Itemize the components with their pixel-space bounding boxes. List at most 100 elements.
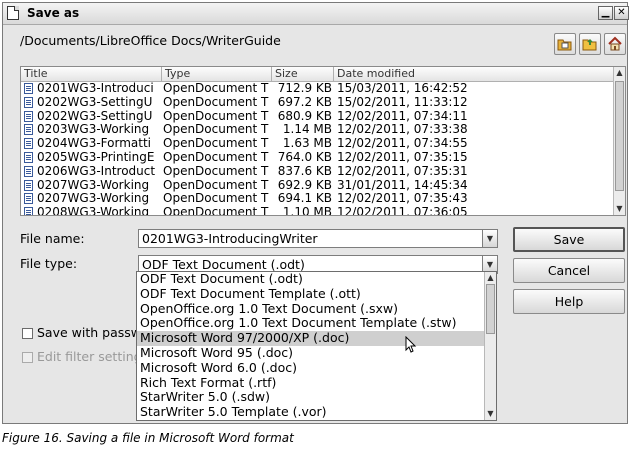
- document-file-icon: [24, 96, 33, 108]
- file-type: OpenDocument T: [163, 178, 269, 192]
- file-date: 12/02/2011, 07:36:05: [337, 206, 468, 216]
- scroll-up-icon[interactable]: ▲: [485, 272, 496, 284]
- cancel-button[interactable]: Cancel: [513, 258, 625, 283]
- file-date: 15/03/2011, 16:42:52: [337, 82, 468, 95]
- file-type: OpenDocument T: [163, 206, 269, 216]
- file-type: OpenDocument T: [163, 82, 269, 95]
- file-type-option[interactable]: ODF Text Document Template (.ott): [137, 286, 484, 302]
- file-row[interactable]: 0207WG3-Working OpenDocument T 692.9 KB 31/…: [21, 179, 613, 193]
- file-date: 31/01/2011, 14:45:34: [337, 178, 468, 192]
- new-folder-icon: [557, 39, 572, 51]
- column-header-bar: Title Type Size Date modified: [21, 67, 613, 82]
- file-rows: 0201WG3-Introduci OpenDocument T 712.9 KB 1…: [21, 82, 613, 216]
- dropdown-scrollbar[interactable]: ▲ ▼: [484, 272, 496, 420]
- title-bar[interactable]: Save as ▁ ✕: [3, 3, 629, 25]
- current-path: /Documents/LibreOffice Docs/WriterGuide: [20, 33, 281, 48]
- column-type[interactable]: Type: [162, 67, 272, 81]
- file-type-dropdown-list[interactable]: ODF Text Document (.odt) ODF Text Documen…: [136, 271, 497, 421]
- file-title: 0206WG3-Introduct: [37, 164, 156, 178]
- edit-filter-settings-checkbox[interactable]: [22, 352, 33, 363]
- file-title: 0202WG3-SettingU: [37, 95, 153, 109]
- file-name-input[interactable]: 0201WG3-IntroducingWriter ▼: [138, 229, 498, 248]
- file-date: 15/02/2011, 11:33:12: [337, 95, 468, 109]
- file-row[interactable]: 0202WG3-SettingU OpenDocument T 697.2 KB 15…: [21, 96, 613, 110]
- file-type-option[interactable]: OpenOffice.org 1.0 Text Document Templat…: [137, 316, 484, 331]
- scroll-down-icon[interactable]: ▼: [485, 408, 496, 420]
- document-file-icon: [24, 138, 33, 150]
- home-button[interactable]: [604, 33, 626, 55]
- file-type: OpenDocument T: [163, 95, 269, 109]
- column-title[interactable]: Title: [21, 67, 162, 81]
- dropdown-scrollbar-thumb[interactable]: [486, 284, 495, 334]
- file-size: 712.9 KB: [277, 82, 332, 95]
- document-icon: [7, 6, 19, 20]
- file-date: 12/02/2011, 07:35:31: [337, 164, 468, 178]
- file-title: 0205WG3-PrintingE: [37, 150, 155, 164]
- file-row[interactable]: 0204WG3-Formatti OpenDocument T 1.63 MB 12/…: [21, 137, 613, 151]
- file-type-option[interactable]: Microsoft Word 97/2000/XP (.doc): [137, 330, 484, 346]
- column-size[interactable]: Size: [272, 67, 334, 81]
- scrollbar-thumb[interactable]: [615, 81, 624, 191]
- home-icon: [608, 36, 622, 51]
- file-title: 0201WG3-Introduci: [37, 82, 154, 95]
- file-type-option[interactable]: StarWriter 5.0 (.sdw): [137, 390, 484, 405]
- column-date-modified[interactable]: Date modified: [334, 67, 613, 81]
- file-type: OpenDocument T: [163, 150, 269, 164]
- file-size: 680.9 KB: [277, 109, 332, 123]
- new-folder-button[interactable]: [554, 33, 576, 55]
- file-size: 1.10 MB: [282, 206, 332, 216]
- file-row[interactable]: 0208WG3-Working OpenDocument T 1.10 MB 12/0…: [21, 206, 613, 216]
- save-button[interactable]: Save: [513, 227, 625, 252]
- file-title: 0204WG3-Formatti: [37, 137, 151, 151]
- file-type-option[interactable]: StarWriter 5.0 Template (.vor): [137, 404, 484, 420]
- document-file-icon: [24, 179, 33, 191]
- file-type: OpenDocument T: [163, 192, 269, 206]
- help-button[interactable]: Help: [513, 289, 625, 314]
- file-row[interactable]: 0202WG3-SettingU OpenDocument T 680.9 KB 12…: [21, 110, 613, 124]
- file-date: 12/02/2011, 07:34:11: [337, 109, 468, 123]
- file-size: 837.6 KB: [277, 164, 332, 178]
- file-row[interactable]: 0205WG3-PrintingE OpenDocument T 764.0 KB 1…: [21, 151, 613, 165]
- mouse-pointer-icon: [405, 336, 417, 353]
- file-type-label: File type:: [20, 256, 78, 271]
- file-list-scrollbar[interactable]: ▲ ▼: [613, 67, 625, 215]
- file-date: 12/02/2011, 07:35:43: [337, 192, 468, 206]
- file-type-option[interactable]: Microsoft Word 6.0 (.doc): [137, 360, 484, 376]
- document-file-icon: [24, 124, 33, 136]
- chevron-down-icon[interactable]: ▼: [482, 229, 498, 248]
- file-row[interactable]: 0203WG3-Working OpenDocument T 1.14 MB 12/0…: [21, 123, 613, 137]
- save-with-password-label: Save with passwo: [37, 325, 149, 340]
- window-title: Save as: [27, 6, 80, 20]
- file-size: 692.9 KB: [277, 178, 332, 192]
- file-row[interactable]: 0201WG3-Introduci OpenDocument T 712.9 KB 1…: [21, 82, 613, 96]
- scroll-up-icon[interactable]: ▲: [614, 67, 625, 79]
- file-title: 0208WG3-Working: [37, 206, 150, 216]
- file-date: 12/02/2011, 07:33:38: [337, 123, 468, 137]
- file-list[interactable]: Title Type Size Date modified 0201WG3-In…: [20, 66, 626, 216]
- file-size: 1.14 MB: [282, 123, 332, 137]
- file-size: 694.1 KB: [277, 192, 332, 206]
- file-title: 0207WG3-Working: [37, 192, 150, 206]
- file-type: OpenDocument T: [163, 164, 269, 178]
- document-file-icon: [24, 151, 33, 163]
- file-type: OpenDocument T: [163, 109, 269, 123]
- file-type-value: ODF Text Document (.odt): [142, 257, 305, 272]
- scroll-down-icon[interactable]: ▼: [614, 203, 625, 215]
- up-folder-button[interactable]: [579, 33, 601, 55]
- file-type-option[interactable]: Rich Text Format (.rtf): [137, 375, 484, 391]
- document-file-icon: [24, 83, 33, 94]
- document-file-icon: [24, 207, 33, 215]
- file-date: 12/02/2011, 07:35:15: [337, 150, 468, 164]
- edit-filter-settings-label: Edit filter settings: [37, 349, 149, 364]
- file-size: 697.2 KB: [277, 95, 332, 109]
- figure-caption: Figure 16. Saving a file in Microsoft Wo…: [2, 431, 294, 445]
- file-type-option[interactable]: Microsoft Word 95 (.doc): [137, 345, 484, 361]
- folder-icon: [582, 39, 597, 51]
- file-type-option[interactable]: ODF Text Document (.odt): [137, 272, 484, 287]
- file-row[interactable]: 0206WG3-Introduct OpenDocument T 837.6 KB 1…: [21, 165, 613, 179]
- save-with-password-checkbox[interactable]: [22, 328, 33, 339]
- file-type-option[interactable]: OpenOffice.org 1.0 Text Document (.sxw): [137, 301, 484, 317]
- file-row[interactable]: 0207WG3-Working OpenDocument T 694.1 KB 12/…: [21, 192, 613, 206]
- close-button[interactable]: ✕: [614, 6, 629, 20]
- minimize-button[interactable]: ▁: [598, 6, 613, 20]
